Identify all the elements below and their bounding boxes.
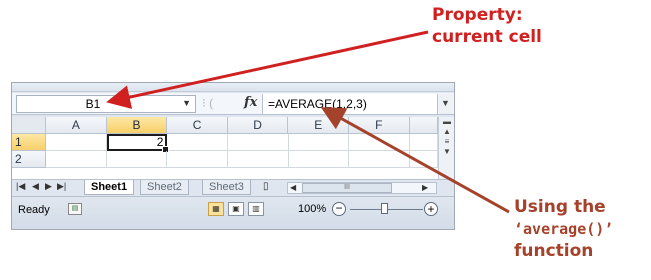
formula-separator: ⁝ (: [202, 96, 214, 110]
formula-bar: B1 ▼ ⁝ ( fx =AVERAGE(1,2,3) ▼: [12, 93, 454, 115]
annotation-function-line1: Using the: [514, 197, 606, 217]
column-header-g[interactable]: [409, 117, 438, 134]
worksheet-grid: A B C D E F 1 2 2: [12, 117, 439, 179]
chevron-down-icon: ▼: [441, 98, 450, 108]
annotation-property-line2: current cell: [432, 27, 542, 47]
zoom-in-button[interactable]: +: [424, 202, 438, 216]
chevron-down-icon[interactable]: ▼: [182, 98, 191, 108]
cell-f1[interactable]: [349, 134, 410, 151]
zoom-level[interactable]: 100%: [298, 203, 326, 215]
zoom-slider-thumb[interactable]: [381, 203, 388, 214]
cell-b2[interactable]: [106, 151, 168, 168]
column-header-a[interactable]: A: [46, 117, 107, 134]
normal-view-button[interactable]: ▦: [208, 202, 224, 216]
vertical-scrollbar[interactable]: ▬ ▲ ≡ ▼: [438, 117, 454, 179]
scroll-right-icon[interactable]: ▶: [422, 183, 428, 192]
annotation-function: Using the ‘average()’ function: [514, 196, 613, 262]
column-header-e[interactable]: E: [288, 117, 349, 134]
name-box[interactable]: B1 ▼: [16, 95, 196, 113]
cell-g1[interactable]: [409, 134, 438, 151]
cell-b1[interactable]: 2: [106, 134, 170, 153]
row-header-2[interactable]: 2: [12, 151, 47, 168]
scroll-up-icon[interactable]: ▲: [439, 127, 454, 137]
name-box-value: B1: [85, 97, 101, 111]
ribbon-edge: [12, 83, 454, 92]
split-handle-icon[interactable]: ▬: [439, 117, 454, 127]
fx-icon: fx: [244, 95, 258, 110]
insert-worksheet-icon[interactable]: ▯: [263, 181, 269, 192]
column-header-row: A B C D E F: [12, 117, 438, 134]
cell-e1[interactable]: [288, 134, 350, 151]
cell-e2[interactable]: [288, 151, 350, 168]
cell-g2[interactable]: [409, 151, 439, 168]
column-header-d[interactable]: D: [227, 117, 289, 134]
cell-a2[interactable]: [46, 151, 107, 168]
table-row: 2: [12, 151, 439, 168]
cell-d2[interactable]: [227, 151, 289, 168]
first-sheet-icon[interactable]: |◀: [16, 181, 25, 192]
page-break-view-button[interactable]: ▥: [248, 202, 264, 216]
table-row: 1 2: [12, 134, 438, 153]
status-mode: Ready: [18, 204, 50, 216]
scroll-down-icon[interactable]: ▼: [439, 147, 454, 157]
page-layout-view-button[interactable]: ▣: [228, 202, 244, 216]
annotation-function-code: ‘average()’: [514, 220, 614, 238]
row-header-1[interactable]: 1: [12, 134, 47, 151]
annotation-property: Property: current cell: [432, 4, 542, 48]
scroll-thumb[interactable]: III: [302, 183, 392, 193]
macro-record-icon[interactable]: ▤: [68, 203, 82, 215]
page-break-icon: ▥: [252, 204, 260, 213]
page-layout-icon: ▣: [232, 204, 240, 213]
cell-a1[interactable]: [46, 134, 107, 151]
status-bar: Ready ▤ ▦ ▣ ▥ 100% − +: [12, 196, 454, 229]
cell-d1[interactable]: [228, 134, 289, 151]
column-header-c[interactable]: C: [167, 117, 228, 134]
annotation-property-line1: Property:: [432, 5, 523, 25]
cell-c2[interactable]: [167, 151, 228, 168]
cell-c1[interactable]: [167, 134, 228, 151]
zoom-out-button[interactable]: −: [332, 202, 346, 216]
annotation-function-line3: function: [514, 241, 594, 261]
cell-f2[interactable]: [349, 151, 410, 168]
last-sheet-icon[interactable]: ▶|: [57, 181, 66, 192]
column-header-f[interactable]: F: [348, 117, 410, 134]
scroll-left-icon[interactable]: ◀: [290, 183, 296, 192]
insert-function-button[interactable]: fx: [244, 95, 257, 110]
tab-sheet2[interactable]: Sheet2: [140, 180, 189, 195]
tab-sheet1[interactable]: Sheet1: [84, 180, 135, 195]
next-sheet-icon[interactable]: ▶: [45, 181, 52, 192]
formula-input[interactable]: =AVERAGE(1,2,3): [262, 94, 437, 114]
sheet-tab-bar: |◀ ◀ ▶ ▶| Sheet1 Sheet2 Sheet3 ▯ ◀ III ▶: [12, 179, 454, 195]
previous-sheet-icon[interactable]: ◀: [32, 181, 39, 192]
grid-view-icon: ▦: [212, 204, 220, 213]
horizontal-scrollbar[interactable]: ◀ III ▶: [287, 182, 437, 194]
scroll-thumb-icon[interactable]: ≡: [439, 137, 454, 147]
select-all-corner[interactable]: [12, 117, 47, 134]
expand-formula-bar-button[interactable]: ▼: [437, 94, 453, 114]
excel-window: B1 ▼ ⁝ ( fx =AVERAGE(1,2,3) ▼ A B C D E …: [11, 82, 455, 230]
column-header-b[interactable]: B: [106, 117, 168, 134]
tab-sheet3[interactable]: Sheet3: [202, 180, 251, 195]
